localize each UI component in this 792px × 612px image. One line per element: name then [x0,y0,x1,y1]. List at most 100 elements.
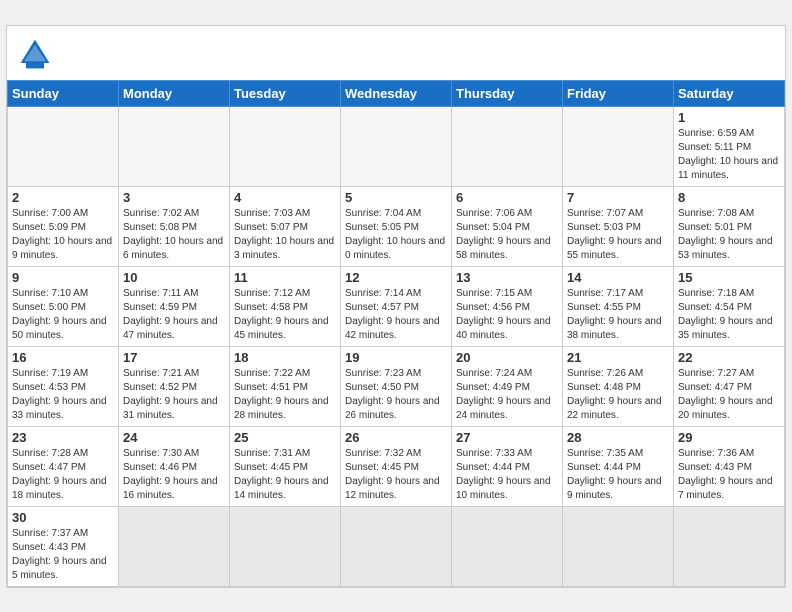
day-header-wednesday: Wednesday [341,80,452,106]
calendar-cell [119,106,230,186]
day-info: Sunrise: 7:08 AM Sunset: 5:01 PM Dayligh… [678,207,780,263]
calendar-cell [119,506,230,586]
calendar-cell [8,106,119,186]
calendar-cell [452,106,563,186]
day-number: 20 [456,350,558,365]
calendar-cell: 18 Sunrise: 7:22 AM Sunset: 4:51 PM Dayli… [230,346,341,426]
day-info: Sunrise: 7:23 AM Sunset: 4:50 PM Dayligh… [345,367,447,423]
calendar-cell [230,106,341,186]
day-info: Sunrise: 7:04 AM Sunset: 5:05 PM Dayligh… [345,207,447,263]
week-row-2: 9 Sunrise: 7:10 AM Sunset: 5:00 PM Daylig… [8,266,785,346]
calendar-cell: 8Sunrise: 7:08 AM Sunset: 5:01 PM Daylig… [674,186,785,266]
day-header-sunday: Sunday [8,80,119,106]
calendar-cell: 1 Sunrise: 6:59 AM Sunset: 5:11 PM Daylig… [674,106,785,186]
day-number: 4 [234,190,336,205]
day-info: Sunrise: 7:06 AM Sunset: 5:04 PM Dayligh… [456,207,558,263]
day-info: Sunrise: 7:31 AM Sunset: 4:45 PM Dayligh… [234,447,336,503]
day-info: Sunrise: 7:19 AM Sunset: 4:53 PM Dayligh… [12,367,114,423]
week-row-1: 2 Sunrise: 7:00 AM Sunset: 5:09 PM Daylig… [8,186,785,266]
calendar-cell: 22 Sunrise: 7:27 AM Sunset: 4:47 PM Dayli… [674,346,785,426]
day-number: 15 [678,270,780,285]
calendar-cell: 20Sunrise: 7:24 AM Sunset: 4:49 PM Dayli… [452,346,563,426]
calendar-cell: 4 Sunrise: 7:03 AM Sunset: 5:07 PM Daylig… [230,186,341,266]
calendar-cell [341,506,452,586]
logo [17,36,59,72]
calendar-cell: 29 Sunrise: 7:36 AM Sunset: 4:43 PM Dayli… [674,426,785,506]
calendar-cell: 11 Sunrise: 7:12 AM Sunset: 4:58 PM Dayli… [230,266,341,346]
day-number: 24 [123,430,225,445]
day-number: 30 [12,510,114,525]
calendar-cell: 9 Sunrise: 7:10 AM Sunset: 5:00 PM Daylig… [8,266,119,346]
calendar-table: SundayMondayTuesdayWednesdayThursdayFrid… [7,80,785,587]
calendar-cell: 28 Sunrise: 7:35 AM Sunset: 4:44 PM Dayli… [563,426,674,506]
day-number: 2 [12,190,114,205]
day-number: 19 [345,350,447,365]
day-number: 25 [234,430,336,445]
calendar-cell: 10 Sunrise: 7:11 AM Sunset: 4:59 PM Dayli… [119,266,230,346]
day-info: Sunrise: 7:03 AM Sunset: 5:07 PM Dayligh… [234,207,336,263]
week-row-5: 30 Sunrise: 7:37 AM Sunset: 4:43 PM Dayli… [8,506,785,586]
calendar-cell [674,506,785,586]
day-number: 29 [678,430,780,445]
day-info: Sunrise: 7:07 AM Sunset: 5:03 PM Dayligh… [567,207,669,263]
day-info: Sunrise: 6:59 AM Sunset: 5:11 PM Dayligh… [678,127,780,183]
day-number: 1 [678,110,780,125]
day-header-monday: Monday [119,80,230,106]
day-info: Sunrise: 7:26 AM Sunset: 4:48 PM Dayligh… [567,367,669,423]
day-info: Sunrise: 7:37 AM Sunset: 4:43 PM Dayligh… [12,527,114,583]
calendar-cell: 26 Sunrise: 7:32 AM Sunset: 4:45 PM Dayli… [341,426,452,506]
day-number: 7 [567,190,669,205]
calendar-cell: 14Sunrise: 7:17 AM Sunset: 4:55 PM Dayli… [563,266,674,346]
day-number: 11 [234,270,336,285]
calendar-cell: 7 Sunrise: 7:07 AM Sunset: 5:03 PM Daylig… [563,186,674,266]
day-info: Sunrise: 7:02 AM Sunset: 5:08 PM Dayligh… [123,207,225,263]
day-number: 13 [456,270,558,285]
day-number: 10 [123,270,225,285]
calendar-cell: 16 Sunrise: 7:19 AM Sunset: 4:53 PM Dayli… [8,346,119,426]
day-number: 16 [12,350,114,365]
day-info: Sunrise: 7:36 AM Sunset: 4:43 PM Dayligh… [678,447,780,503]
day-number: 28 [567,430,669,445]
day-number: 26 [345,430,447,445]
calendar-cell: 19 Sunrise: 7:23 AM Sunset: 4:50 PM Dayli… [341,346,452,426]
day-info: Sunrise: 7:12 AM Sunset: 4:58 PM Dayligh… [234,287,336,343]
calendar-cell [230,506,341,586]
calendar-cell: 3Sunrise: 7:02 AM Sunset: 5:08 PM Daylig… [119,186,230,266]
week-row-3: 16 Sunrise: 7:19 AM Sunset: 4:53 PM Dayli… [8,346,785,426]
calendar-header [7,26,785,80]
calendar-cell: 12Sunrise: 7:14 AM Sunset: 4:57 PM Dayli… [341,266,452,346]
calendar-cell: 17Sunrise: 7:21 AM Sunset: 4:52 PM Dayli… [119,346,230,426]
calendar-cell: 5Sunrise: 7:04 AM Sunset: 5:05 PM Daylig… [341,186,452,266]
day-info: Sunrise: 7:33 AM Sunset: 4:44 PM Dayligh… [456,447,558,503]
calendar-container: SundayMondayTuesdayWednesdayThursdayFrid… [6,25,786,588]
day-info: Sunrise: 7:10 AM Sunset: 5:00 PM Dayligh… [12,287,114,343]
calendar-cell [341,106,452,186]
day-info: Sunrise: 7:22 AM Sunset: 4:51 PM Dayligh… [234,367,336,423]
week-row-4: 23 Sunrise: 7:28 AM Sunset: 4:47 PM Dayli… [8,426,785,506]
calendar-cell: 13Sunrise: 7:15 AM Sunset: 4:56 PM Dayli… [452,266,563,346]
calendar-cell [563,506,674,586]
day-number: 9 [12,270,114,285]
calendar-cell: 23 Sunrise: 7:28 AM Sunset: 4:47 PM Dayli… [8,426,119,506]
day-number: 23 [12,430,114,445]
calendar-cell: 6Sunrise: 7:06 AM Sunset: 5:04 PM Daylig… [452,186,563,266]
day-info: Sunrise: 7:32 AM Sunset: 4:45 PM Dayligh… [345,447,447,503]
day-header-tuesday: Tuesday [230,80,341,106]
day-number: 22 [678,350,780,365]
day-info: Sunrise: 7:28 AM Sunset: 4:47 PM Dayligh… [12,447,114,503]
day-number: 18 [234,350,336,365]
day-header-friday: Friday [563,80,674,106]
day-info: Sunrise: 7:27 AM Sunset: 4:47 PM Dayligh… [678,367,780,423]
calendar-cell: 24Sunrise: 7:30 AM Sunset: 4:46 PM Dayli… [119,426,230,506]
calendar-cell: 30 Sunrise: 7:37 AM Sunset: 4:43 PM Dayli… [8,506,119,586]
days-header-row: SundayMondayTuesdayWednesdayThursdayFrid… [8,80,785,106]
day-info: Sunrise: 7:00 AM Sunset: 5:09 PM Dayligh… [12,207,114,263]
calendar-cell: 2 Sunrise: 7:00 AM Sunset: 5:09 PM Daylig… [8,186,119,266]
day-info: Sunrise: 7:17 AM Sunset: 4:55 PM Dayligh… [567,287,669,343]
day-info: Sunrise: 7:18 AM Sunset: 4:54 PM Dayligh… [678,287,780,343]
calendar-cell: 25 Sunrise: 7:31 AM Sunset: 4:45 PM Dayli… [230,426,341,506]
day-info: Sunrise: 7:35 AM Sunset: 4:44 PM Dayligh… [567,447,669,503]
day-number: 27 [456,430,558,445]
day-info: Sunrise: 7:11 AM Sunset: 4:59 PM Dayligh… [123,287,225,343]
day-info: Sunrise: 7:14 AM Sunset: 4:57 PM Dayligh… [345,287,447,343]
